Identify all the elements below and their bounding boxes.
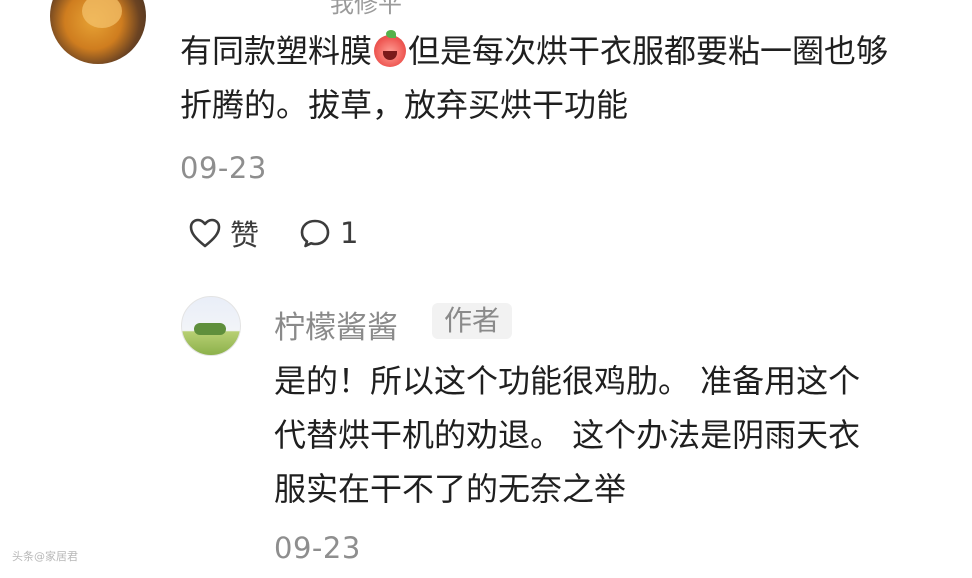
reply-date: 09-23 (274, 531, 361, 565)
like-button[interactable]: 赞 (188, 213, 259, 253)
heart-icon (189, 218, 221, 248)
comment-text-part-1: 有同款塑料膜 (180, 32, 373, 70)
laughing-tomato-emoji (374, 30, 407, 67)
reply-count: 1 (340, 216, 359, 250)
watermark: 头条@家居君 (12, 550, 78, 563)
reply-text: 是的！所以这个功能很鸡肋。 准备用这个代替烘干机的劝退。 这个办法是阴雨天衣服实… (274, 362, 861, 508)
commenter-username[interactable]: 我修平 (330, 0, 402, 19)
author-badge: 作者 (432, 303, 513, 339)
top-comment-date: 09-23 (180, 151, 267, 185)
commenter-avatar[interactable] (50, 0, 146, 64)
like-label: 赞 (230, 218, 260, 252)
avatar-face (82, 0, 122, 28)
reply-count-button[interactable]: 1 (298, 213, 358, 253)
comment-bubble-icon (300, 219, 330, 248)
reply-username[interactable]: 柠檬酱酱 (274, 302, 398, 347)
avatar-tree (194, 323, 226, 335)
author-avatar[interactable] (181, 296, 241, 356)
top-comment-text: 有同款塑料膜 但是每次烘干衣服都要粘一圈也够折腾的。拔草，放弃买烘干功能 (180, 24, 920, 132)
